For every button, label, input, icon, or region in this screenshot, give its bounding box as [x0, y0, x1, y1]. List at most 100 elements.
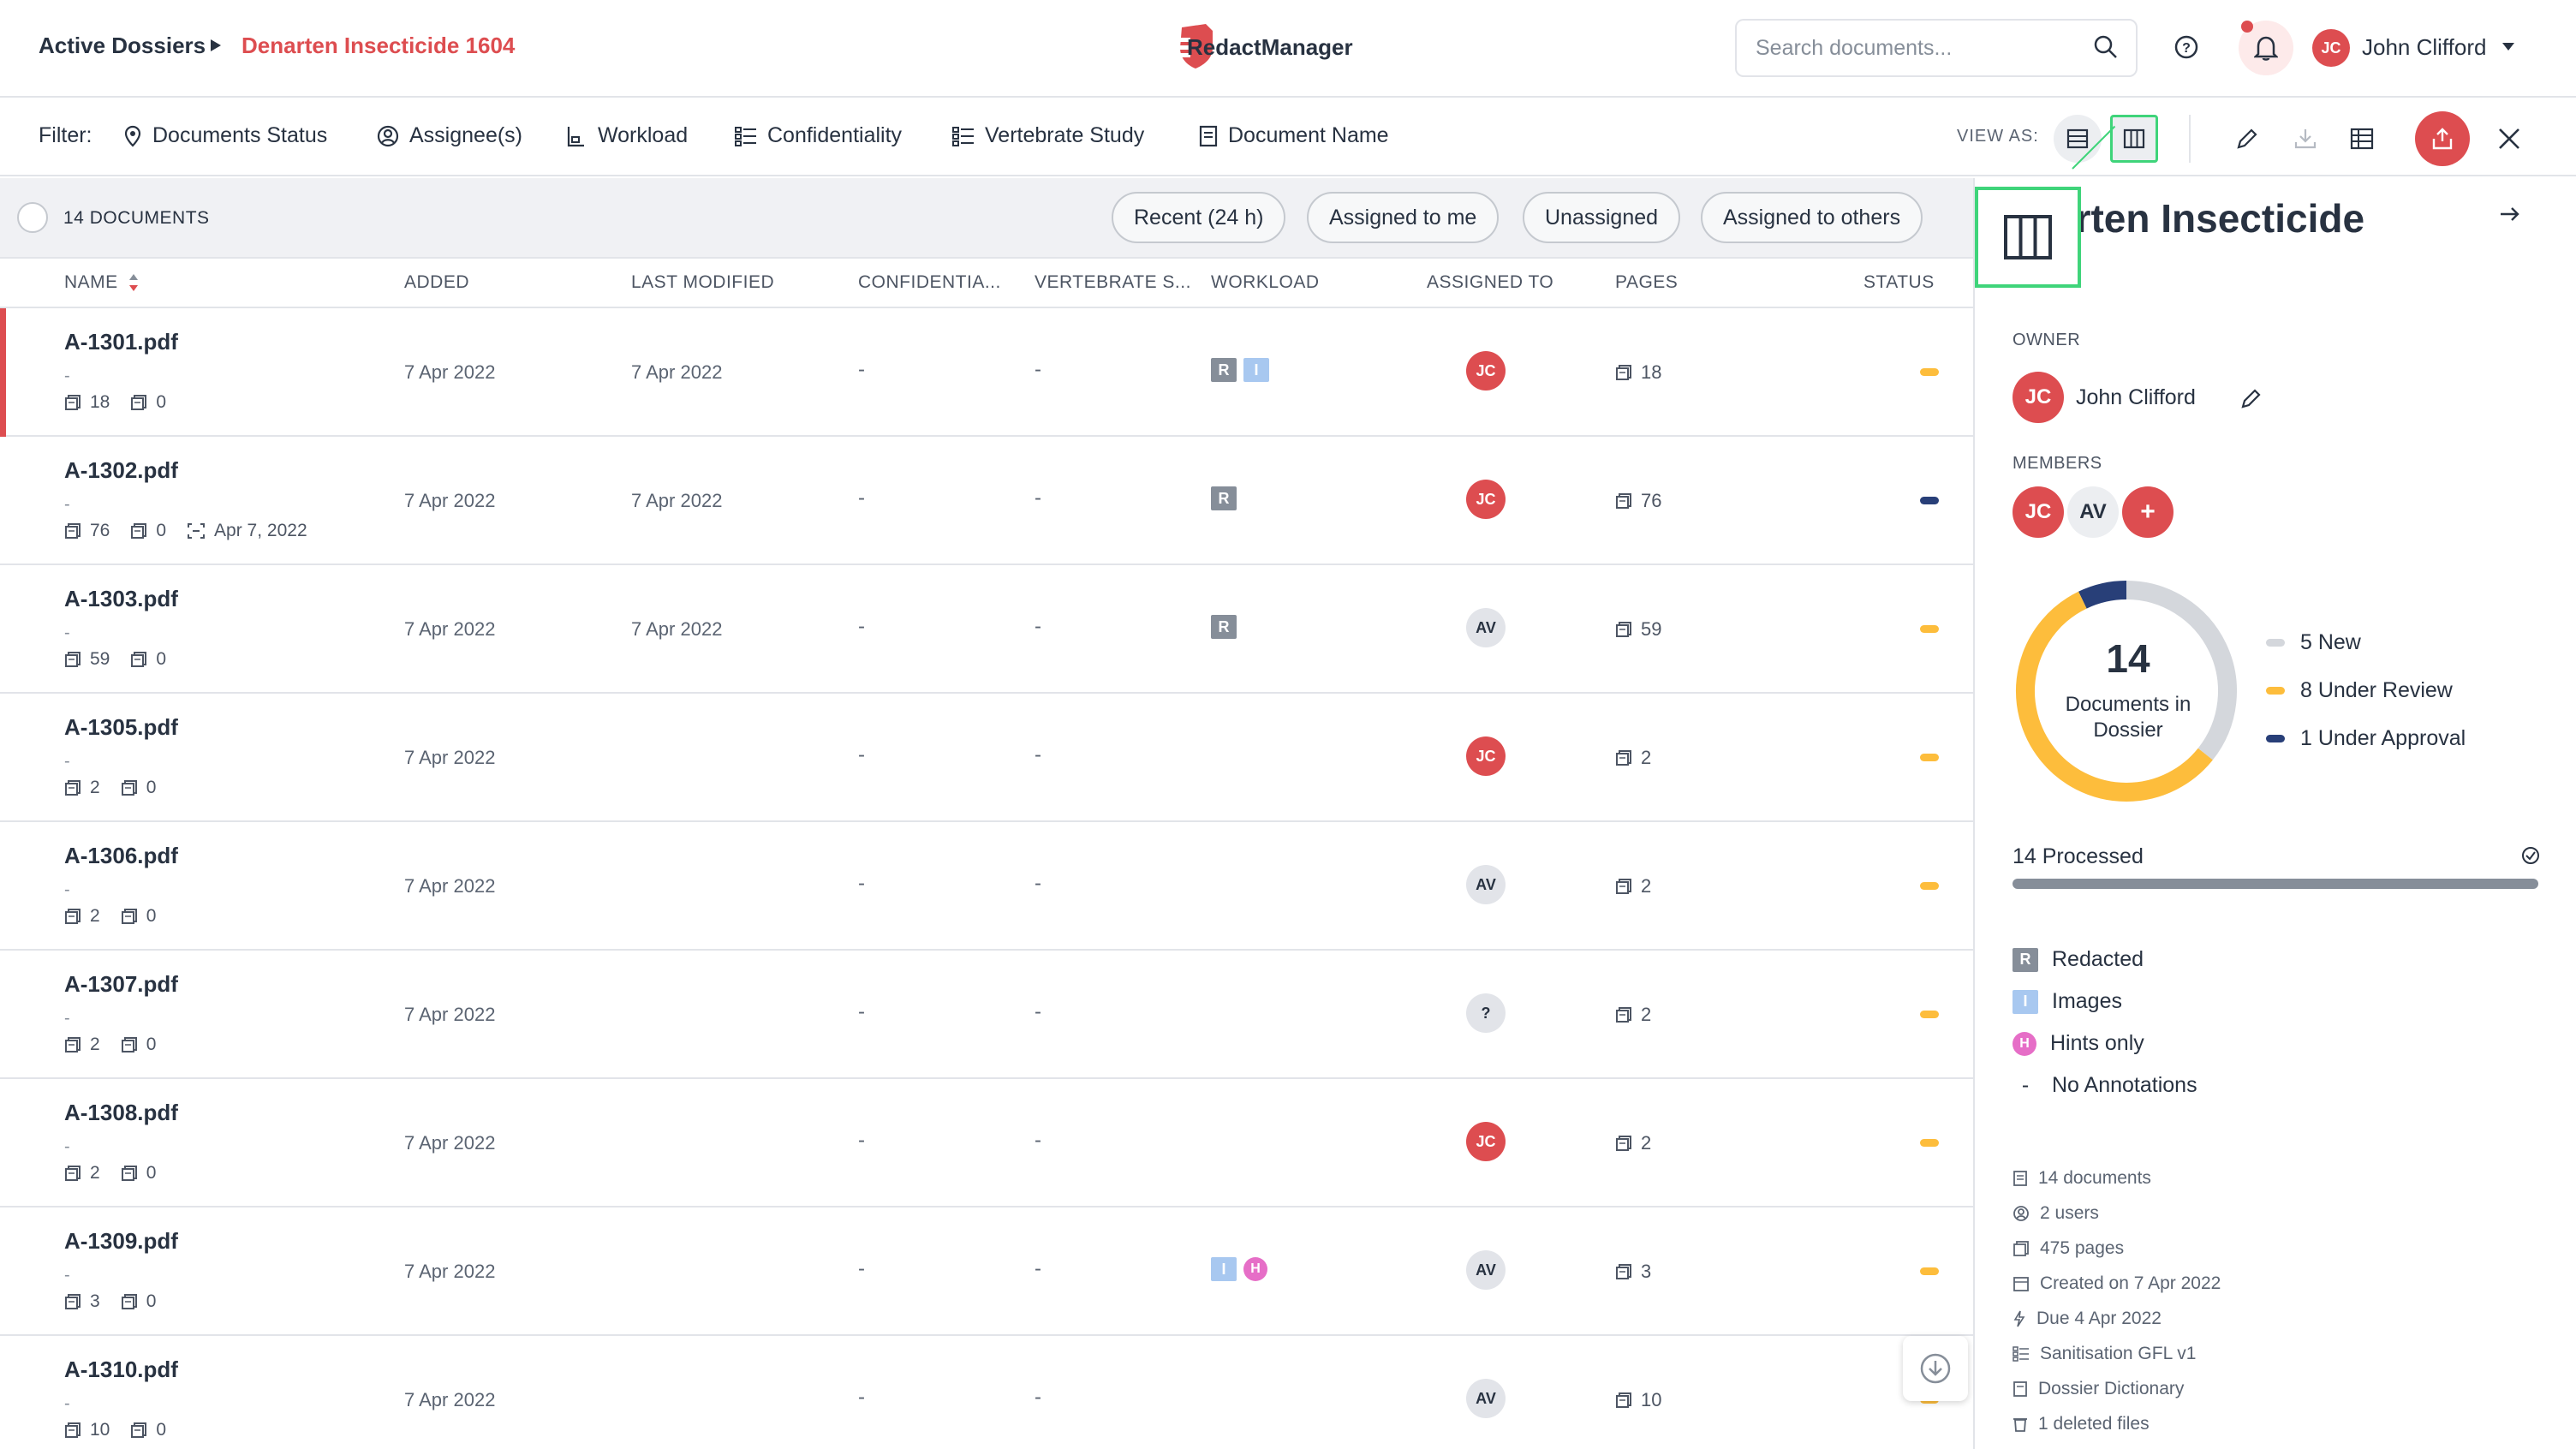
- table-row[interactable]: A-1302.pdf - 76 0 Apr 7, 2022 7 Apr 2022…: [0, 437, 1973, 565]
- location-pin-icon: [124, 125, 141, 147]
- filter-assignees[interactable]: Assignee(s): [377, 123, 522, 148]
- select-all-checkbox[interactable]: [17, 202, 48, 233]
- assignee-avatar[interactable]: JC: [1466, 480, 1506, 519]
- document-name[interactable]: A-1308.pdf: [64, 1100, 178, 1126]
- row-pages: 2: [1615, 1004, 1651, 1026]
- assignee-avatar[interactable]: AV: [1466, 1250, 1506, 1290]
- dossier-stat[interactable]: 1 deleted files: [2012, 1414, 2150, 1434]
- view-list-button[interactable]: [2054, 115, 2102, 163]
- table-row[interactable]: A-1309.pdf - 3 0 7 Apr 2022 - - IH AV 3: [0, 1208, 1973, 1336]
- assignee-avatar[interactable]: AV: [1466, 1379, 1506, 1418]
- export-button[interactable]: [2415, 111, 2470, 166]
- add-member-button[interactable]: +: [2122, 486, 2174, 538]
- breadcrumb-root[interactable]: Active Dossiers: [39, 33, 206, 59]
- help-icon[interactable]: ?: [2174, 34, 2199, 60]
- column-pages[interactable]: PAGES: [1615, 272, 1678, 293]
- edit-owner-icon[interactable]: [2240, 387, 2263, 409]
- status-indicator[interactable]: [1920, 882, 1939, 890]
- search-icon[interactable]: [2093, 34, 2119, 60]
- legend-swatch: [2266, 687, 2285, 695]
- search-box[interactable]: [1735, 19, 2138, 77]
- status-indicator[interactable]: [1920, 497, 1939, 504]
- assignee-avatar[interactable]: JC: [1466, 351, 1506, 391]
- document-name[interactable]: A-1310.pdf: [64, 1357, 178, 1383]
- status-indicator[interactable]: [1920, 625, 1939, 633]
- svg-text:?: ?: [2182, 41, 2191, 56]
- spreadsheet-icon[interactable]: [2350, 127, 2374, 151]
- highlighted-columns-view-button[interactable]: [1975, 187, 2081, 288]
- filter-vertebrate-study[interactable]: Vertebrate Study: [952, 123, 1144, 148]
- table-row[interactable]: A-1305.pdf - 2 0 7 Apr 2022 - - JC 2: [0, 694, 1973, 822]
- assignee-avatar[interactable]: JC: [1466, 1122, 1506, 1161]
- document-name[interactable]: A-1303.pdf: [64, 586, 178, 612]
- scroll-down-button[interactable]: [1903, 1336, 1968, 1401]
- table-row[interactable]: A-1303.pdf - 59 0 7 Apr 2022 7 Apr 2022 …: [0, 565, 1973, 694]
- table-row[interactable]: A-1307.pdf - 2 0 7 Apr 2022 - - ? 2: [0, 951, 1973, 1079]
- row-pages: 76: [1615, 490, 1661, 512]
- assignee-avatar[interactable]: JC: [1466, 736, 1506, 776]
- assignee-avatar[interactable]: ?: [1466, 993, 1506, 1033]
- chevron-down-icon[interactable]: [2502, 43, 2514, 51]
- column-last-modified[interactable]: LAST MODIFIED: [631, 272, 774, 293]
- row-confidentiality: -: [858, 615, 865, 638]
- status-indicator[interactable]: [1920, 368, 1939, 376]
- document-name[interactable]: A-1305.pdf: [64, 714, 178, 741]
- column-workload[interactable]: WORKLOAD: [1211, 272, 1320, 293]
- table-row[interactable]: A-1310.pdf - 10 0 7 Apr 2022 - - AV 10: [0, 1336, 1973, 1449]
- document-name[interactable]: A-1301.pdf: [64, 329, 178, 355]
- view-columns-button[interactable]: [2110, 115, 2158, 163]
- column-added[interactable]: ADDED: [404, 272, 469, 293]
- chip-assigned-to-me[interactable]: Assigned to me: [1307, 192, 1500, 243]
- row-meta-excluded: 0: [146, 1035, 157, 1054]
- legend-under-review[interactable]: 8 Under Review: [2266, 678, 2453, 703]
- chip-assigned-to-others[interactable]: Assigned to others: [1701, 192, 1923, 243]
- legend-under-approval[interactable]: 1 Under Approval: [2266, 726, 2466, 751]
- table-row[interactable]: A-1301.pdf - 18 0 7 Apr 2022 7 Apr 2022 …: [0, 308, 1973, 437]
- filter-confidentiality[interactable]: Confidentiality: [735, 123, 902, 148]
- redacted-badge: R: [1211, 486, 1237, 510]
- breadcrumb-current[interactable]: Denarten Insecticide 1604: [242, 33, 515, 59]
- excluded-pages-icon: [121, 1036, 138, 1053]
- document-subtitle: -: [64, 1137, 70, 1156]
- search-input[interactable]: [1756, 36, 2081, 61]
- user-avatar[interactable]: JC: [2312, 29, 2350, 67]
- filter-document-name[interactable]: Document Name: [1199, 123, 1389, 148]
- legend-new[interactable]: 5 New: [2266, 630, 2361, 655]
- row-meta-excluded: 0: [156, 392, 167, 412]
- panel-title: arten Insecticide 4: [2054, 195, 2465, 288]
- collapse-arrow-icon[interactable]: [2499, 206, 2521, 223]
- document-name[interactable]: A-1302.pdf: [64, 457, 178, 484]
- document-name[interactable]: A-1307.pdf: [64, 971, 178, 998]
- status-indicator[interactable]: [1920, 754, 1939, 761]
- filter-label: Filter:: [39, 123, 92, 147]
- column-confidentiality[interactable]: CONFIDENTIA...: [858, 272, 1001, 293]
- column-vertebrate-study[interactable]: VERTEBRATE S...: [1035, 272, 1191, 293]
- status-indicator[interactable]: [1920, 1011, 1939, 1018]
- filter-documents-status[interactable]: Documents Status: [123, 123, 327, 148]
- column-name[interactable]: NAME: [64, 272, 118, 293]
- assignee-avatar[interactable]: AV: [1466, 865, 1506, 904]
- document-name[interactable]: A-1306.pdf: [64, 843, 178, 869]
- key-hints: H Hints only: [2012, 1031, 2144, 1056]
- filter-workload[interactable]: Workload: [565, 123, 688, 148]
- download-icon[interactable]: [2293, 127, 2317, 151]
- chip-unassigned[interactable]: Unassigned: [1523, 192, 1681, 243]
- column-assigned-to[interactable]: ASSIGNED TO: [1427, 272, 1553, 293]
- chip-recent[interactable]: Recent (24 h): [1112, 192, 1286, 243]
- close-icon[interactable]: [2497, 127, 2521, 151]
- status-indicator[interactable]: [1920, 1267, 1939, 1275]
- status-indicator[interactable]: [1920, 1139, 1939, 1147]
- edit-icon[interactable]: [2235, 127, 2259, 151]
- user-name[interactable]: John Clifford: [2362, 34, 2487, 61]
- document-name[interactable]: A-1309.pdf: [64, 1228, 178, 1255]
- row-pages: 2: [1615, 747, 1651, 769]
- filter-item-label: Workload: [598, 123, 689, 147]
- table-row[interactable]: A-1306.pdf - 2 0 7 Apr 2022 - - AV 2: [0, 822, 1973, 951]
- sort-icon[interactable]: [128, 272, 139, 293]
- row-pages-count: 2: [1641, 1004, 1652, 1025]
- document-meta: 2 0: [64, 906, 156, 927]
- column-status[interactable]: STATUS: [1863, 272, 1935, 293]
- stat-label: 14 documents: [2038, 1168, 2151, 1188]
- table-row[interactable]: A-1308.pdf - 2 0 7 Apr 2022 - - JC 2: [0, 1079, 1973, 1208]
- assignee-avatar[interactable]: AV: [1466, 608, 1506, 647]
